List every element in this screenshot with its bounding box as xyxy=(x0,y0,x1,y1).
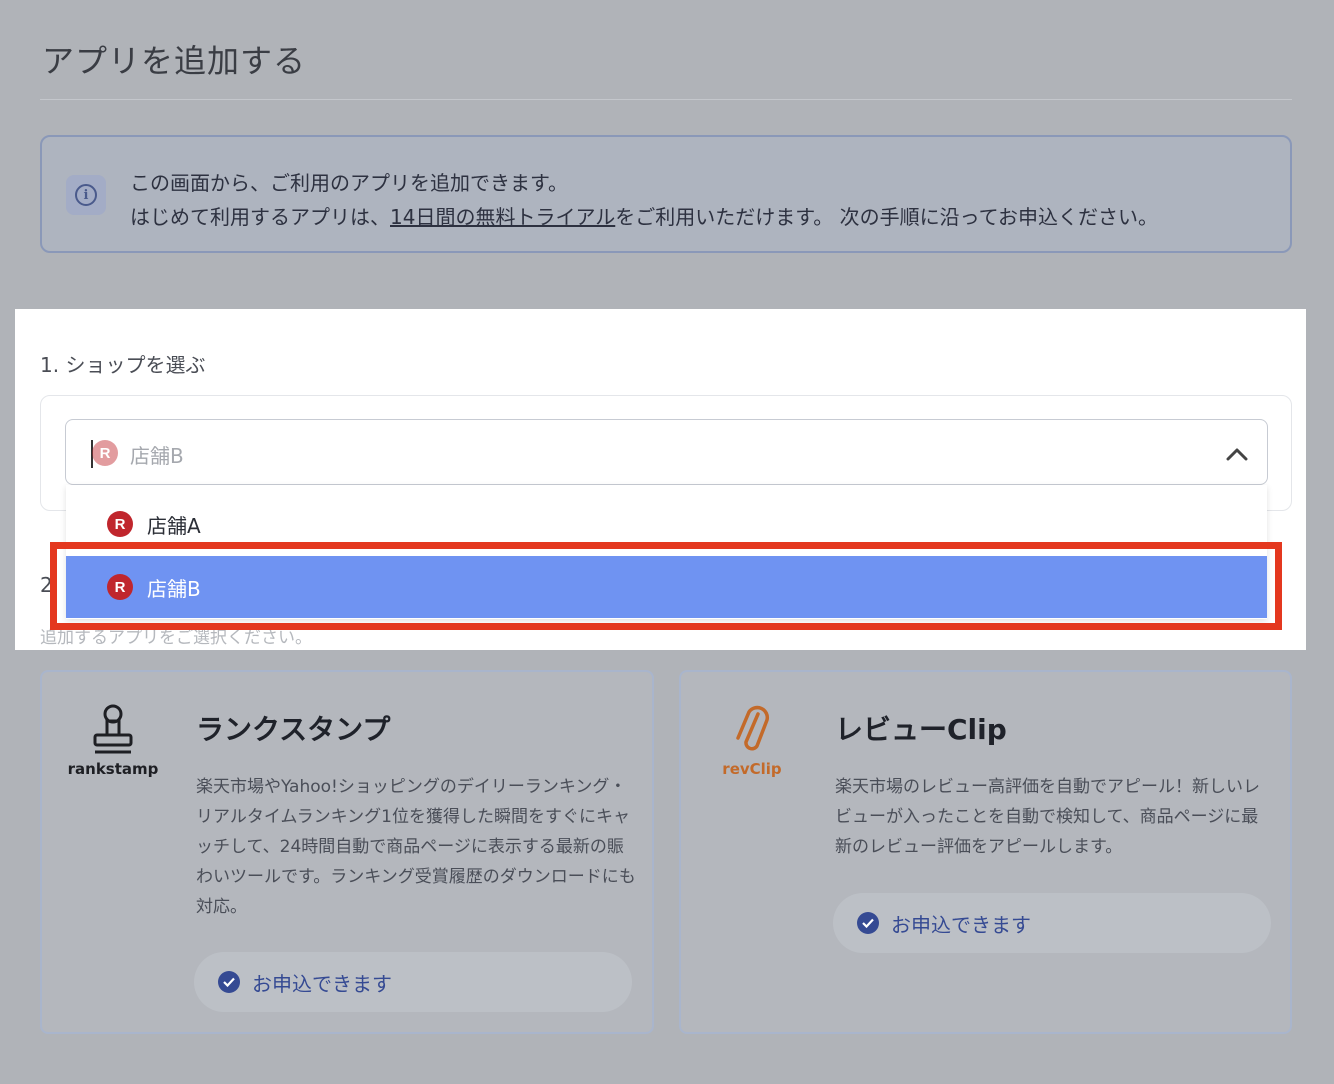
paperclip-icon xyxy=(736,705,770,751)
shop-select-panel: 1. ショップを選ぶ R 店舗B R 店舗A R 店舗B 2 追加するアプリをご… xyxy=(15,309,1306,650)
rankstamp-logo: rankstamp xyxy=(68,704,158,778)
app-card-revclip[interactable]: revClip レビューClip 楽天市場のレビュー高評価を自動でアピール！新し… xyxy=(679,670,1292,1034)
shop-option-label: 店舗A xyxy=(147,513,201,538)
info-text-line2: はじめて利用するアプリは、14日間の無料トライアルをご利用いただけます。 次の手… xyxy=(130,201,1158,230)
info-text-before: はじめて利用するアプリは、 xyxy=(130,205,390,229)
app-description: 楽天市場やYahoo!ショッピングのデイリーランキング・リアルタイムランキング1… xyxy=(196,777,636,917)
apply-status-label: お申込できます xyxy=(891,912,1031,937)
check-circle-icon xyxy=(218,971,240,993)
info-banner: i この画面から、ご利用のアプリを追加できます。 はじめて利用するアプリは、14… xyxy=(40,135,1292,253)
rakuten-logo-icon: R xyxy=(107,574,133,600)
apply-status-label: お申込できます xyxy=(252,971,392,996)
shop-option-a[interactable]: R 店舗A xyxy=(66,493,1267,555)
info-text-line1: この画面から、ご利用のアプリを追加できます。 xyxy=(130,171,568,195)
step2-label: 2 xyxy=(40,573,53,597)
shop-option-b[interactable]: R 店舗B xyxy=(66,556,1267,618)
revclip-logo: revClip xyxy=(707,704,797,778)
app-description: 楽天市場のレビュー高評価を自動でアピール！新しいレビューが入ったことを自動で検知… xyxy=(835,777,1260,857)
rankstamp-logo-text: rankstamp xyxy=(67,760,159,778)
step2-subtext: 追加するアプリをご選択ください。 xyxy=(40,628,312,648)
app-title: ランクスタンプ xyxy=(196,713,391,746)
apply-status-pill[interactable]: お申込できます xyxy=(194,952,632,1012)
shop-option-label: 店舗B xyxy=(147,576,201,601)
info-text-after: をご利用いただけます。 次の手順に沿ってお申込ください。 xyxy=(615,205,1159,229)
revclip-logo-text: revClip xyxy=(722,760,782,778)
page-title: アプリを追加する xyxy=(42,42,307,80)
shop-dropdown-menu: R 店舗A R 店舗B xyxy=(66,485,1267,619)
free-trial-link[interactable]: 14日間の無料トライアル xyxy=(390,205,615,229)
stamp-icon xyxy=(93,704,133,754)
app-title: レビューClip xyxy=(835,713,1007,746)
step1-label: 1. ショップを選ぶ xyxy=(40,353,206,377)
check-circle-icon xyxy=(857,912,879,934)
title-divider xyxy=(40,99,1292,100)
apply-status-pill[interactable]: お申込できます xyxy=(833,893,1271,953)
chevron-up-icon[interactable] xyxy=(1225,442,1249,466)
app-card-rankstamp[interactable]: rankstamp ランクスタンプ 楽天市場やYahoo!ショッピングのデイリー… xyxy=(40,670,654,1034)
info-icon: i xyxy=(66,175,106,215)
rakuten-logo-icon: R xyxy=(107,511,133,537)
shop-select-value: 店舗B xyxy=(130,444,184,468)
shop-select-input[interactable]: R 店舗B xyxy=(65,419,1268,485)
rakuten-logo-icon: R xyxy=(92,440,118,466)
